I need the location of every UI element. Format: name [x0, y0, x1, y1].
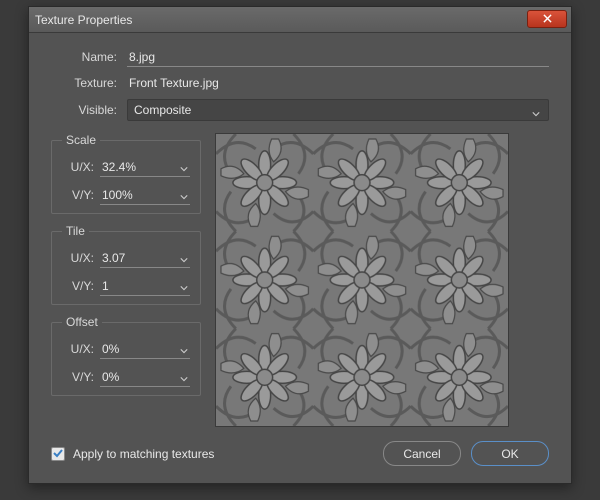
main-area: Scale U/X: 32.4% V/Y: 100% — [51, 133, 549, 427]
close-icon — [543, 10, 552, 28]
tile-ux-input[interactable]: 3.07 — [100, 248, 190, 268]
titlebar: Texture Properties — [29, 7, 571, 33]
offset-vy-input[interactable]: 0% — [100, 367, 190, 387]
texture-preview-image — [216, 134, 508, 426]
tile-legend: Tile — [62, 224, 89, 238]
dialog-content: Name: Texture: Front Texture.jpg Visible… — [29, 33, 571, 476]
scale-vy-label: V/Y: — [62, 188, 94, 202]
offset-ux-row: U/X: 0% — [62, 339, 190, 359]
offset-ux-label: U/X: — [62, 342, 94, 356]
chevron-down-icon — [180, 253, 188, 267]
offset-vy-label: V/Y: — [62, 370, 94, 384]
texture-preview — [215, 133, 509, 427]
scale-vy-value: 100% — [102, 188, 133, 202]
offset-group: Offset U/X: 0% V/Y: 0% — [51, 315, 201, 396]
tile-vy-label: V/Y: — [62, 279, 94, 293]
visible-select-value: Composite — [134, 103, 191, 117]
visible-label: Visible: — [51, 103, 117, 117]
tile-ux-value: 3.07 — [102, 251, 125, 265]
texture-value: Front Texture.jpg — [127, 73, 549, 93]
scale-vy-input[interactable]: 100% — [100, 185, 190, 205]
offset-legend: Offset — [62, 315, 102, 329]
scale-group: Scale U/X: 32.4% V/Y: 100% — [51, 133, 201, 214]
offset-vy-row: V/Y: 0% — [62, 367, 190, 387]
chevron-down-icon — [180, 281, 188, 295]
tile-ux-label: U/X: — [62, 251, 94, 265]
scale-ux-label: U/X: — [62, 160, 94, 174]
scale-legend: Scale — [62, 133, 100, 147]
texture-properties-dialog: Texture Properties Name: Texture: Front … — [28, 6, 572, 484]
scale-ux-row: U/X: 32.4% — [62, 157, 190, 177]
name-label: Name: — [51, 50, 117, 64]
chevron-down-icon — [180, 372, 188, 386]
tile-vy-input[interactable]: 1 — [100, 276, 190, 296]
chevron-down-icon — [180, 190, 188, 204]
chevron-down-icon — [532, 107, 540, 121]
tile-vy-value: 1 — [102, 279, 109, 293]
chevron-down-icon — [180, 344, 188, 358]
ok-button[interactable]: OK — [471, 441, 549, 466]
check-icon — [53, 447, 63, 461]
window-title: Texture Properties — [35, 13, 132, 27]
offset-ux-input[interactable]: 0% — [100, 339, 190, 359]
apply-label: Apply to matching textures — [73, 447, 373, 461]
scale-vy-row: V/Y: 100% — [62, 185, 190, 205]
scale-ux-input[interactable]: 32.4% — [100, 157, 190, 177]
tile-group: Tile U/X: 3.07 V/Y: 1 — [51, 224, 201, 305]
name-row: Name: — [51, 47, 549, 67]
texture-row: Texture: Front Texture.jpg — [51, 73, 549, 93]
scale-ux-value: 32.4% — [102, 160, 136, 174]
offset-vy-value: 0% — [102, 370, 119, 384]
apply-checkbox[interactable] — [51, 447, 65, 461]
close-button[interactable] — [527, 10, 567, 28]
tile-vy-row: V/Y: 1 — [62, 276, 190, 296]
visible-row: Visible: Composite — [51, 99, 549, 121]
name-input[interactable] — [127, 47, 549, 67]
tile-ux-row: U/X: 3.07 — [62, 248, 190, 268]
cancel-button[interactable]: Cancel — [383, 441, 461, 466]
left-panel: Scale U/X: 32.4% V/Y: 100% — [51, 133, 201, 427]
chevron-down-icon — [180, 162, 188, 176]
texture-label: Texture: — [51, 76, 117, 90]
visible-select[interactable]: Composite — [127, 99, 549, 121]
footer: Apply to matching textures Cancel OK — [51, 441, 549, 466]
offset-ux-value: 0% — [102, 342, 119, 356]
